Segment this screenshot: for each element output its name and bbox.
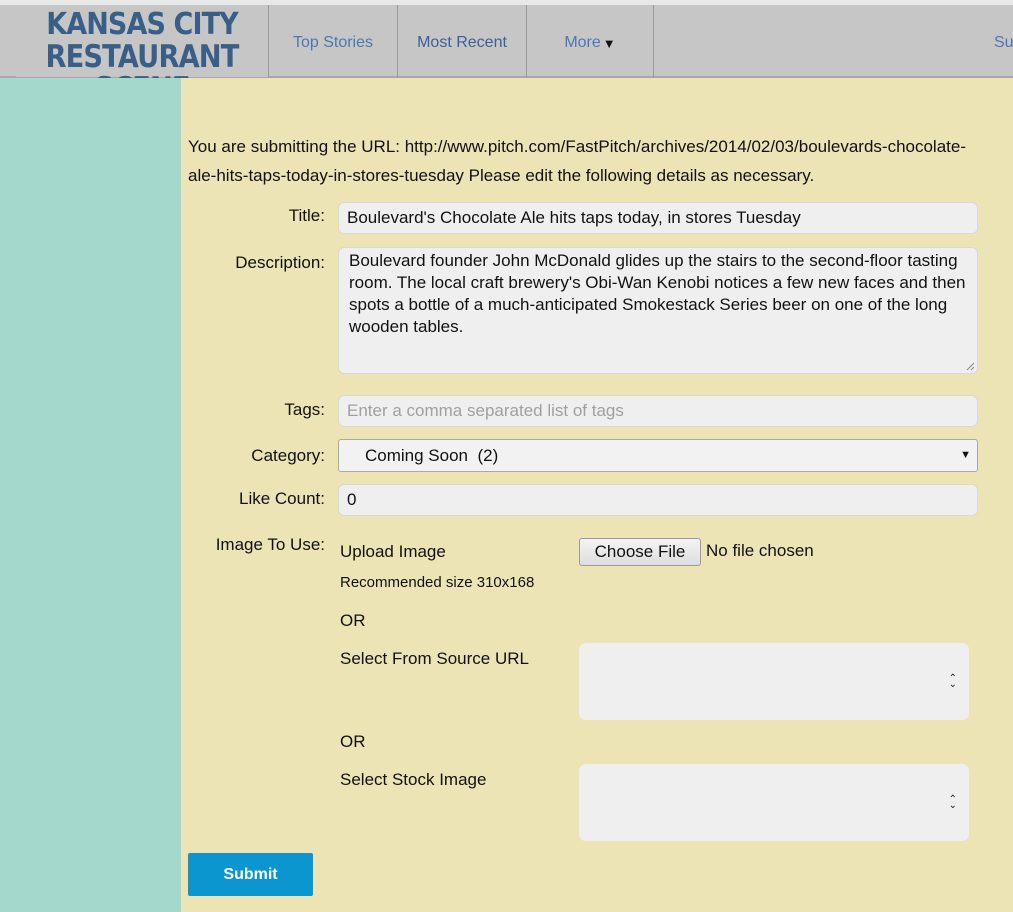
updown-arrows-icon: ⌃ ⌄ (948, 794, 957, 811)
nav-more-label: More (564, 34, 601, 51)
title-value: Boulevard's Chocolate Ale hits taps toda… (347, 208, 801, 227)
left-sidebar (0, 78, 181, 912)
submit-intro-text: You are submitting the URL: http://www.p… (188, 137, 966, 185)
resize-handle-icon[interactable] (965, 361, 975, 371)
top-nav-bar: KANSAS CITY RESTAURANT SCENE Top Stories… (0, 0, 1013, 105)
image-label: Image To Use: (215, 535, 325, 554)
nav-most-recent[interactable]: Most Recent (397, 5, 526, 81)
logo-line-1: KANSAS CITY (46, 7, 238, 42)
tags-label: Tags: (284, 400, 325, 419)
description-textarea[interactable]: Boulevard founder John McDonald glides u… (338, 247, 978, 374)
tags-placeholder: Enter a comma separated list of tags (347, 401, 624, 420)
site-logo[interactable]: KANSAS CITY RESTAURANT SCENE (16, 7, 268, 105)
or-separator-2: OR (340, 732, 366, 751)
recommended-size-text: Recommended size 310x168 (340, 574, 535, 591)
category-value: Coming Soon (2) (365, 446, 499, 465)
nav-top-stories[interactable]: Top Stories (268, 5, 397, 81)
like-count-value: 0 (347, 490, 357, 509)
category-select[interactable]: Coming Soon (2) ▼ (338, 439, 978, 472)
choose-file-button[interactable]: Choose File (579, 538, 701, 566)
like-count-label: Like Count: (239, 489, 325, 508)
caret-down-icon: ▼ (602, 35, 616, 51)
stock-image-label: Select Stock Image (340, 770, 487, 789)
upload-image-label: Upload Image (340, 542, 446, 561)
description-value: Boulevard founder John McDonald glides u… (349, 251, 966, 336)
description-label: Description: (235, 253, 325, 272)
title-input[interactable]: Boulevard's Chocolate Ale hits taps toda… (338, 202, 978, 234)
title-label: Title: (288, 206, 325, 225)
updown-arrows-icon: ⌃ ⌄ (948, 673, 957, 690)
like-count-input[interactable]: 0 (338, 484, 978, 516)
submit-button[interactable]: Submit (188, 853, 313, 896)
nav-submit-partial[interactable]: Su (994, 5, 1013, 81)
nav-more[interactable]: More ▼ (526, 5, 654, 81)
dropdown-arrow-icon: ▼ (960, 449, 971, 461)
category-label: Category: (251, 446, 325, 465)
source-url-image-select[interactable]: ⌃ ⌄ (579, 643, 969, 720)
tags-input[interactable]: Enter a comma separated list of tags (338, 395, 978, 427)
or-separator-1: OR (340, 611, 366, 630)
source-url-label: Select From Source URL (340, 649, 529, 668)
no-file-text: No file chosen (706, 541, 814, 560)
stock-image-select[interactable]: ⌃ ⌄ (579, 764, 969, 841)
